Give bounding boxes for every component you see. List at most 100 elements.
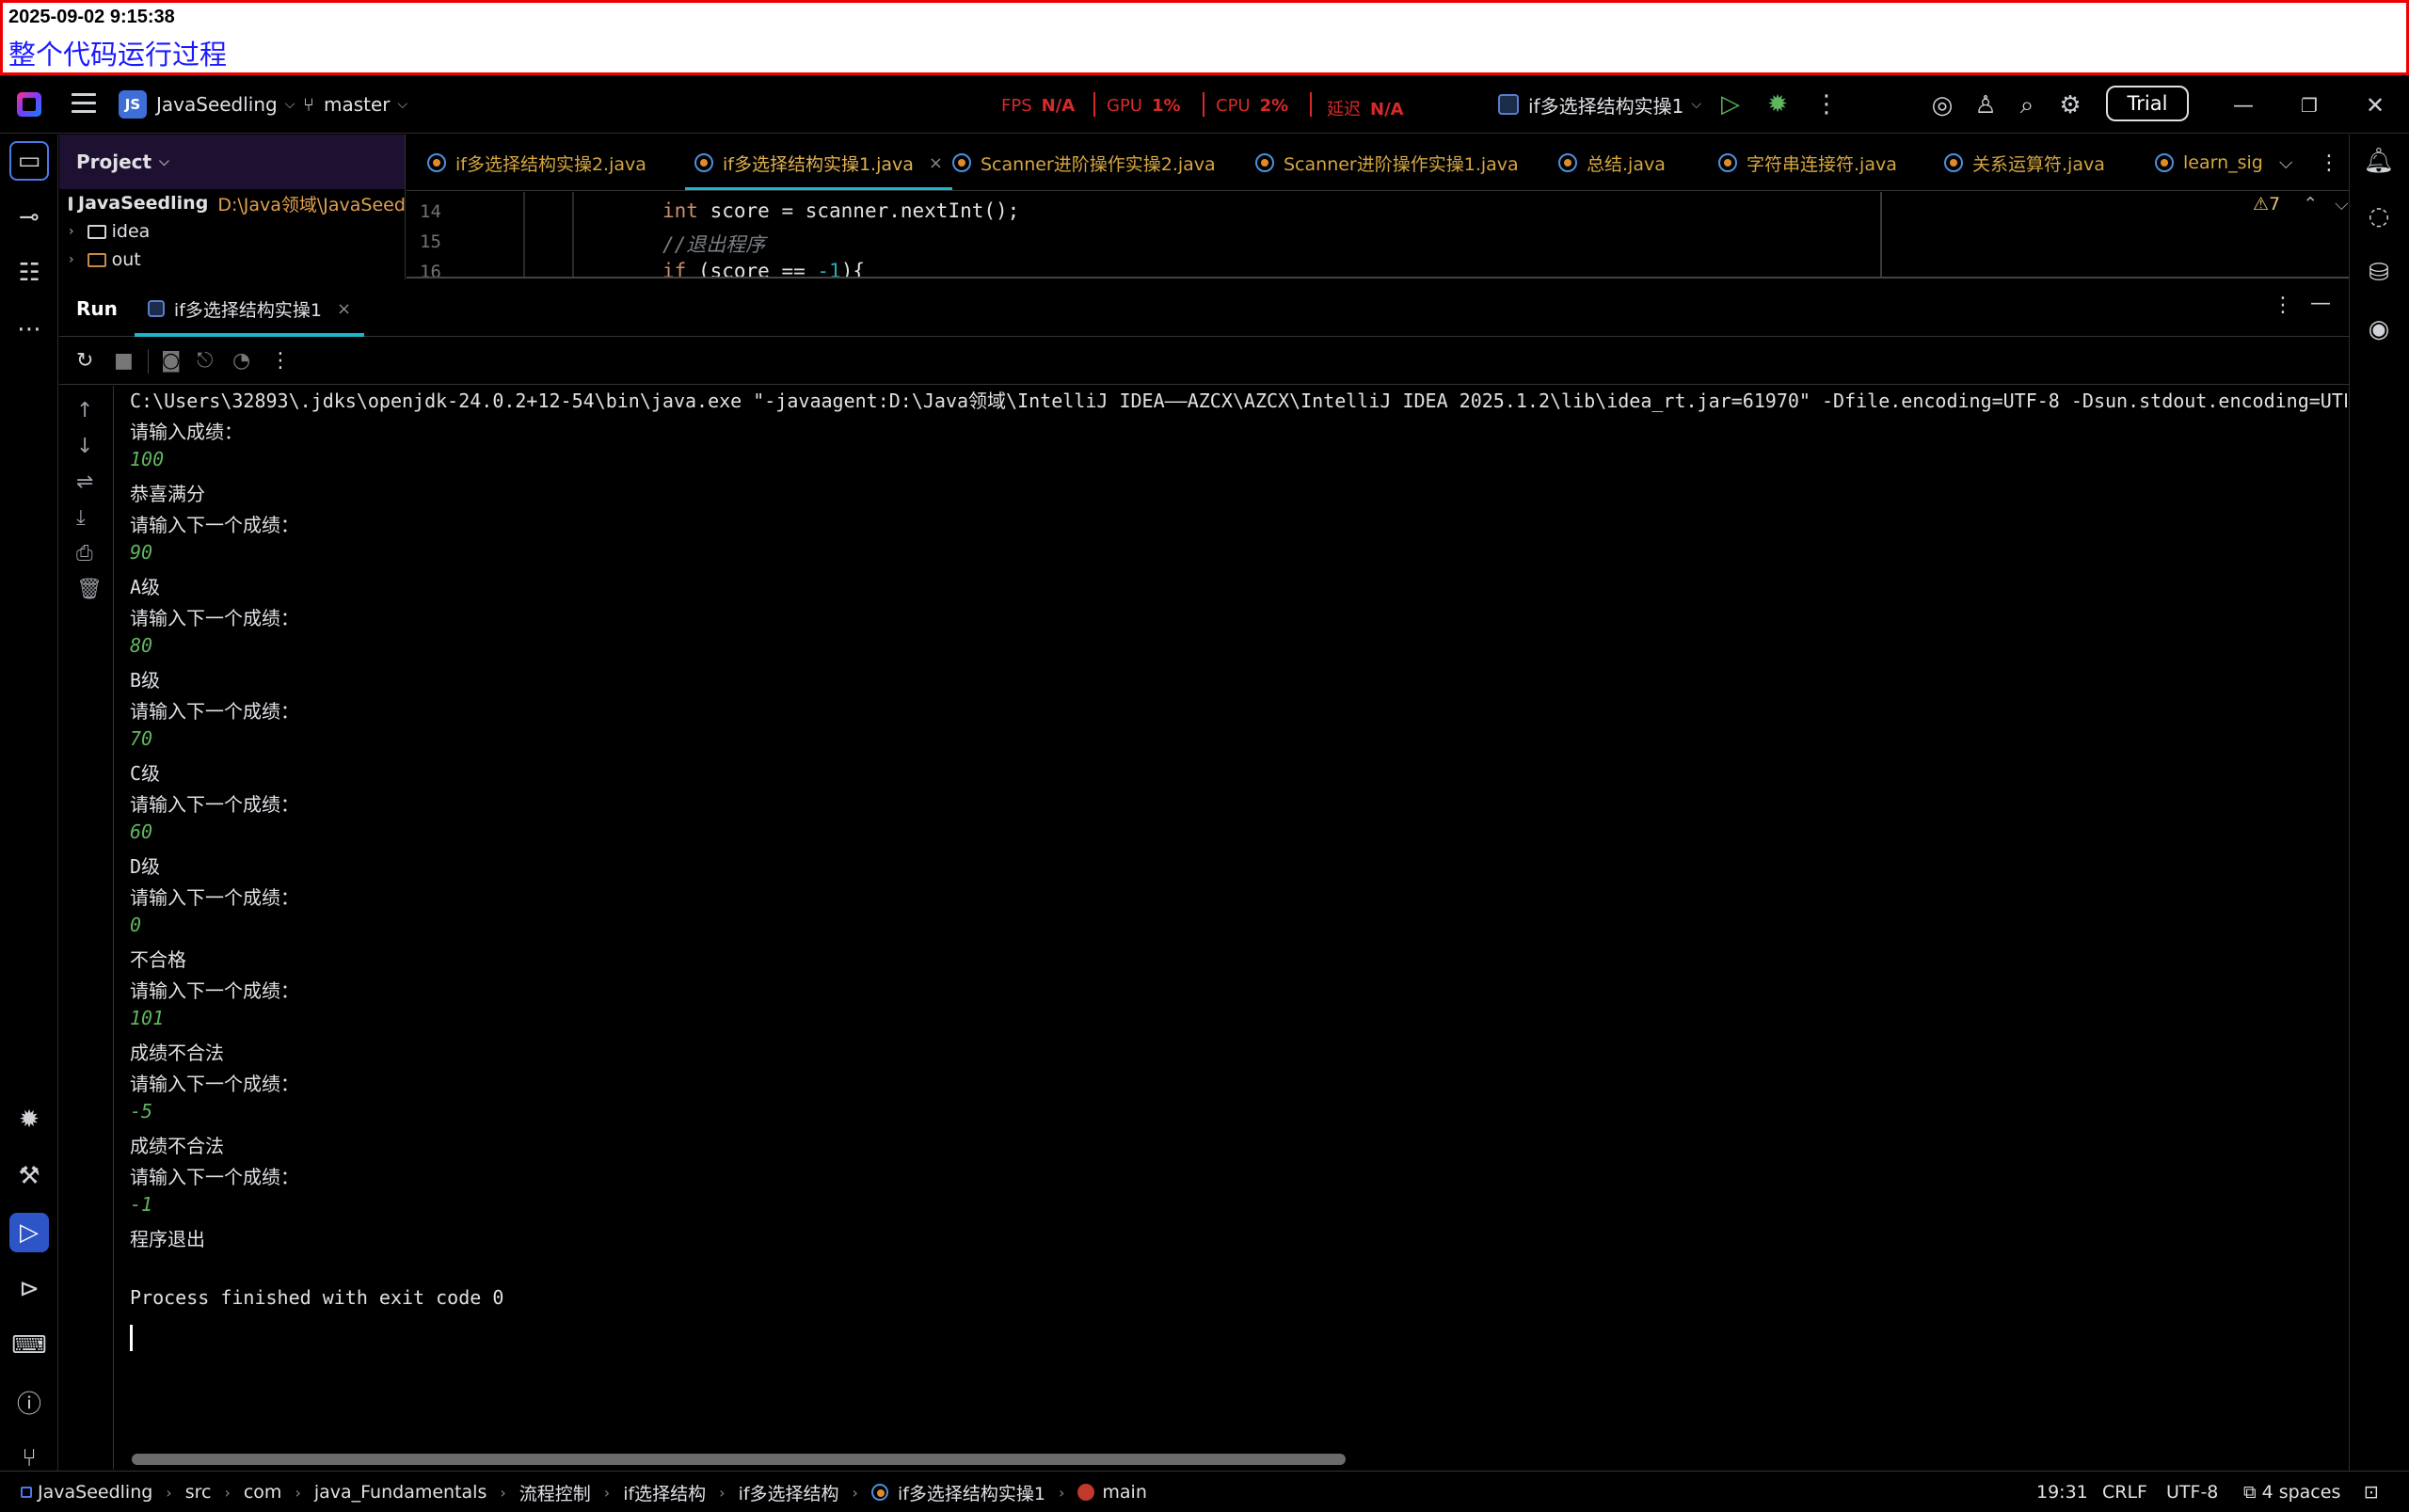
ai-chat-icon[interactable]: ◌ (2359, 197, 2399, 236)
text-caret (130, 1325, 133, 1351)
close-window-icon[interactable]: ✕ (2358, 88, 2392, 122)
debug-tool-icon[interactable]: ✹ (9, 1100, 49, 1139)
tree-item[interactable]: › out (59, 246, 405, 274)
breadcrumb-item[interactable]: main (1077, 1482, 1147, 1503)
restore-icon[interactable]: ❐ (2292, 88, 2326, 122)
rerun-icon[interactable]: ↻ (76, 349, 93, 373)
gpu-readout: GPU 1% (1107, 96, 1181, 116)
lock-icon[interactable]: ⊡ (2364, 1472, 2379, 1512)
console-output-line: 程序退出 (130, 1228, 205, 1250)
print-icon[interactable]: ⎙ (76, 542, 93, 565)
editor-tab[interactable]: Scanner进阶操作实操1.java (1255, 135, 1519, 190)
soft-wrap-icon[interactable]: ⇌ (76, 470, 93, 494)
breadcrumb-item[interactable]: if选择结构 (623, 1480, 706, 1505)
tabs-overflow-icon[interactable]: ⌵ (2279, 135, 2292, 190)
console-output-line: 成绩不合法 (130, 1135, 224, 1157)
annotation-banner: 2025-09-02 9:15:38 整个代码运行过程 (0, 0, 2409, 75)
hide-panel-icon[interactable]: — (2310, 292, 2331, 315)
breadcrumb-item[interactable]: 流程控制 (519, 1480, 591, 1505)
commit-icon[interactable]: ⊸ (9, 198, 49, 237)
services-icon[interactable]: ⊳ (9, 1269, 49, 1309)
screenshot-icon[interactable]: ◙ (161, 349, 181, 373)
tree-root[interactable]: JavaSeedling D:\Java领域\JavaSeedli (59, 189, 405, 217)
toolbar-divider (148, 349, 149, 374)
terminal-icon[interactable]: ⌨ (9, 1326, 49, 1365)
run-options-icon[interactable]: ⋮ (2273, 294, 2293, 317)
clear-trash-icon[interactable]: 🗑︎ (76, 578, 103, 601)
console-output-line: 请输入下一个成绩： (130, 793, 299, 816)
chevron-right-icon: › (295, 1483, 301, 1502)
run-tool-icon[interactable]: ▷ (9, 1213, 49, 1252)
project-folder-icon[interactable]: ▭ (9, 141, 49, 181)
scroll-up-icon[interactable]: ↑ (76, 399, 93, 422)
banner-date: 2025-09-02 9:15:38 (8, 7, 175, 27)
console-output-line: C级 (130, 762, 161, 785)
notifications-bell-icon[interactable]: 🔔︎ (2359, 141, 2399, 181)
tabs-more-icon[interactable]: ⋮ (2319, 135, 2339, 190)
editor-tab[interactable]: 字符串连接符.java (1718, 135, 1897, 190)
method-icon (1077, 1484, 1095, 1501)
breadcrumb: JavaSeedling › src › com › java_Fundamentals › 流… (21, 1472, 1147, 1512)
debug-icon[interactable]: ✹ (1762, 88, 1794, 120)
build-hammer-icon[interactable]: ⚒ (9, 1156, 49, 1196)
ai-assistant-icon[interactable]: ◎ (1925, 88, 1959, 122)
editor-tab[interactable]: Scanner进阶操作实操2.java (952, 135, 1216, 190)
breadcrumb-item[interactable]: if多选择结构实操1 (870, 1480, 1045, 1505)
console-output-line: 恭喜满分 (130, 483, 205, 505)
more-tools-icon[interactable]: ⋯ (9, 310, 49, 349)
scroll-down-icon[interactable]: ↓ (76, 435, 93, 458)
project-switcher[interactable]: JS JavaSeedling ⌵ (119, 75, 295, 134)
exit-icon[interactable]: ⎋ (197, 349, 213, 373)
tree-item[interactable]: › idea (59, 217, 405, 246)
line-separator[interactable]: CRLF (2102, 1472, 2147, 1512)
editor-tab[interactable]: 总结.java (1558, 135, 1666, 190)
search-icon[interactable]: ⌕ (2010, 88, 2044, 122)
project-panel-header[interactable]: Project ⌵ (59, 135, 405, 189)
main-menu-icon[interactable] (72, 93, 96, 114)
run-config-selector[interactable]: if多选择结构实操1 ⌵ (1498, 75, 1701, 134)
breadcrumb-item[interactable]: JavaSeedling (21, 1482, 152, 1503)
editor-tab[interactable]: learn_sig (2155, 135, 2263, 190)
trial-button[interactable]: Trial (2106, 86, 2189, 121)
close-tab-icon[interactable]: × (929, 153, 943, 173)
intellij-logo-icon[interactable] (17, 92, 41, 117)
breadcrumb-item[interactable]: com (244, 1482, 282, 1503)
console-input-line: 90 (130, 541, 153, 564)
warnings-indicator[interactable]: ⚠7 ⌃ ⌵ (2253, 194, 2349, 215)
breadcrumb-item[interactable]: src (185, 1482, 212, 1503)
chevron-right-icon: › (69, 224, 74, 239)
folder-icon (87, 252, 106, 267)
horizontal-scrollbar[interactable] (132, 1454, 1346, 1465)
branch-switcher[interactable]: ⑂ master ⌵ (303, 75, 407, 134)
indent-setting[interactable]: ⧉ 4 spaces (2243, 1472, 2340, 1512)
file-encoding[interactable]: UTF-8 (2166, 1472, 2218, 1512)
more-actions-icon[interactable]: ⋮ (1811, 88, 1843, 120)
endpoints-icon[interactable]: ◉ (2359, 310, 2399, 349)
editor-tab-active[interactable]: if多选择结构实操1.java × (685, 135, 952, 190)
run-tab[interactable]: if多选择结构实操1 × (135, 280, 364, 337)
console-output[interactable]: C:\Users\32893\.jdks\openjdk-24.0.2+12-5… (130, 386, 2347, 1458)
stop-icon[interactable]: ■ (114, 349, 134, 373)
problems-icon[interactable]: ⓘ (9, 1382, 49, 1422)
breadcrumb-item[interactable]: if多选择结构 (739, 1480, 839, 1505)
structure-icon[interactable]: ☷ (9, 253, 49, 293)
close-tab-icon[interactable]: × (337, 299, 351, 319)
console-output-line: 请输入下一个成绩： (130, 979, 299, 1002)
cursor-position[interactable]: 19:31 (2036, 1472, 2088, 1512)
code-with-me-icon[interactable]: ♙ (1969, 88, 2002, 122)
project-panel: Project ⌵ JavaSeedling D:\Java领域\JavaSee… (59, 135, 406, 279)
breadcrumb-item[interactable]: java_Fundamentals (314, 1482, 487, 1503)
code-editor[interactable]: 14 15 16 int score = scanner.nextInt(); … (407, 192, 2349, 279)
editor-tab[interactable]: 关系运算符.java (1944, 135, 2105, 190)
editor-tab[interactable]: if多选择结构实操2.java (427, 135, 646, 190)
more-icon[interactable]: ⋮ (270, 349, 291, 373)
run-icon[interactable]: ▷ (1715, 88, 1747, 120)
profiler-icon[interactable]: ◔ (232, 349, 250, 373)
settings-gear-icon[interactable]: ⚙ (2053, 88, 2087, 122)
minimize-icon[interactable]: — (2226, 88, 2260, 122)
scroll-to-end-icon[interactable]: ⤓ (76, 506, 86, 530)
chevron-down-icon: ⌵ (159, 154, 169, 169)
project-badge: JS (119, 90, 147, 119)
database-icon[interactable]: ⛁ (2359, 253, 2399, 293)
